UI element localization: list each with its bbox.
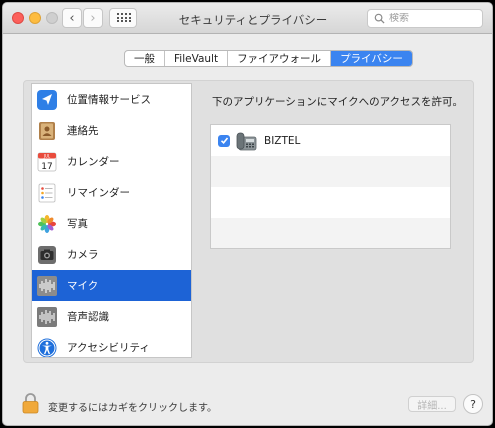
checkmark-icon bbox=[220, 137, 228, 144]
sidebar-item-speech-recognition[interactable]: 音声認識 bbox=[32, 301, 191, 332]
show-all-button[interactable] bbox=[109, 8, 137, 28]
minimize-window-button[interactable] bbox=[29, 12, 41, 24]
location-arrow-icon bbox=[37, 89, 57, 110]
tab-bar: 一般 FileVault ファイアウォール プライバシー bbox=[124, 50, 413, 67]
sidebar-item-camera[interactable]: カメラ bbox=[32, 239, 191, 270]
reminders-list-icon bbox=[38, 183, 56, 202]
sidebar-item-label: アクセシビリティ bbox=[67, 342, 150, 354]
sidebar-item-label: カメラ bbox=[67, 249, 99, 261]
app-row-biztel: BIZTEL bbox=[211, 125, 450, 156]
tab-filevault[interactable]: FileVault bbox=[165, 51, 229, 66]
search-input[interactable] bbox=[389, 13, 479, 24]
empty-row bbox=[211, 187, 450, 218]
app-list: BIZTEL bbox=[210, 124, 451, 249]
sidebar-item-location-services[interactable]: 位置情報サービス bbox=[32, 84, 191, 115]
tab-general[interactable]: 一般 bbox=[125, 51, 165, 66]
biztel-checkbox[interactable] bbox=[218, 134, 230, 147]
sidebar-item-label: 連絡先 bbox=[67, 125, 99, 137]
sidebar-item-label: 写真 bbox=[67, 218, 88, 230]
contacts-book-icon bbox=[39, 121, 55, 140]
privacy-category-list: 位置情報サービス 連絡先 JUL 17 カレンダー リマインダー 写真 カメラ … bbox=[31, 83, 192, 358]
lock-icon[interactable] bbox=[22, 392, 39, 414]
app-name: BIZTEL bbox=[264, 134, 301, 147]
photos-flower-icon bbox=[38, 214, 56, 233]
sidebar-item-photos[interactable]: 写真 bbox=[32, 208, 191, 239]
lock-instruction-text: 変更するにはカギをクリックします。 bbox=[48, 403, 217, 414]
microphone-waveform-icon bbox=[37, 275, 57, 296]
title-bar: ‹ › セキュリティとプライバシー bbox=[3, 3, 492, 34]
help-button[interactable]: ? bbox=[463, 394, 483, 414]
sidebar-item-accessibility[interactable]: アクセシビリティ bbox=[32, 332, 191, 357]
sidebar-item-calendar[interactable]: JUL 17 カレンダー bbox=[32, 146, 191, 177]
sidebar-item-label: リマインダー bbox=[67, 187, 130, 199]
speech-recognition-waveform-icon bbox=[37, 306, 57, 327]
accessibility-person-icon bbox=[37, 338, 57, 357]
close-window-button[interactable] bbox=[12, 12, 24, 24]
window-title: セキュリティとプライバシー bbox=[178, 13, 328, 27]
forward-button[interactable]: › bbox=[83, 8, 103, 28]
svg-text:17: 17 bbox=[41, 161, 52, 171]
empty-row bbox=[211, 218, 450, 248]
sidebar-item-label: 音声認識 bbox=[67, 311, 109, 323]
camera-icon bbox=[38, 245, 56, 264]
svg-text:JUL: JUL bbox=[43, 153, 51, 158]
grid-icon bbox=[117, 13, 131, 23]
tab-privacy[interactable]: プライバシー bbox=[331, 51, 412, 66]
sidebar-item-label: マイク bbox=[67, 280, 99, 292]
security-privacy-window: ‹ › セキュリティとプライバシー 一般 FileVault ファイアウォール … bbox=[2, 2, 493, 426]
sidebar-item-microphone[interactable]: マイク bbox=[32, 270, 191, 301]
back-button[interactable]: ‹ bbox=[62, 8, 82, 28]
telephone-icon bbox=[236, 132, 257, 150]
calendar-icon: JUL 17 bbox=[37, 152, 57, 171]
empty-row bbox=[211, 156, 450, 187]
tab-firewall[interactable]: ファイアウォール bbox=[228, 51, 332, 66]
search-field[interactable] bbox=[367, 9, 483, 28]
sidebar-item-contacts[interactable]: 連絡先 bbox=[32, 115, 191, 146]
advanced-button[interactable]: 詳細... bbox=[408, 396, 456, 412]
chevron-left-icon: ‹ bbox=[69, 10, 75, 26]
sidebar-item-label: 位置情報サービス bbox=[67, 94, 151, 106]
sidebar-item-label: カレンダー bbox=[67, 156, 120, 168]
microphone-access-heading: 下のアプリケーションにマイクへのアクセスを許可。 bbox=[212, 96, 464, 108]
chevron-right-icon: › bbox=[90, 10, 96, 26]
zoom-window-button[interactable] bbox=[46, 12, 58, 24]
search-icon bbox=[374, 13, 385, 24]
sidebar-item-reminders[interactable]: リマインダー bbox=[32, 177, 191, 208]
